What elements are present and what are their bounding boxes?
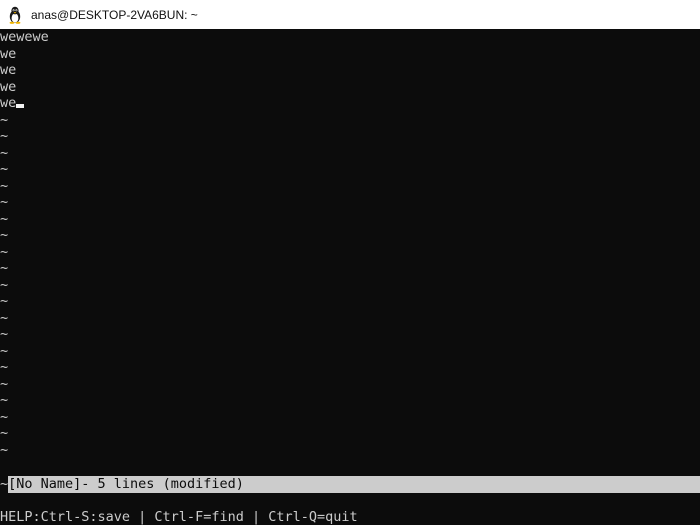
title-bar[interactable]: anas@DESKTOP-2VA6BUN: ~ (0, 0, 700, 29)
empty-line-marker: ~ (0, 111, 9, 128)
empty-line-marker: ~ (0, 177, 9, 194)
empty-line-marker: ~ (0, 227, 9, 243)
empty-line-marker: ~ (0, 293, 9, 309)
text-cursor (16, 104, 25, 108)
help-message: HELP:Ctrl-S:save | Ctrl-F=find | Ctrl-Q=… (0, 509, 358, 525)
status-bar: [No Name]- 5 lines (modified) (8, 476, 700, 493)
editor-line[interactable]: we (0, 79, 700, 96)
empty-line-marker: ~ (0, 326, 9, 342)
linux-tux-icon (7, 6, 23, 24)
empty-line-marker: ~ (0, 441, 9, 458)
empty-line-marker: ~ (0, 194, 9, 210)
empty-line-marker: ~ (0, 408, 9, 425)
empty-line-marker: ~ (0, 392, 9, 408)
empty-line-marker: ~ (0, 425, 9, 441)
window-title: anas@DESKTOP-2VA6BUN: ~ (31, 7, 198, 22)
empty-line-marker: ~ (0, 161, 9, 177)
empty-line-markers: ~ ~ ~ ~ ~ ~ ~ ~ ~ ~ ~ ~ ~ ~ ~ ~ ~ ~ ~ ~ ~ (0, 112, 700, 459)
empty-line-marker: ~ (0, 309, 9, 326)
terminal-content[interactable]: wewewe we we we we ~ ~ ~ ~ ~ ~ ~ ~ ~ ~ ~ ~ ~ ~ ~ ~ ~ ~ ~ ~ ~… (0, 29, 700, 525)
editor-line[interactable]: we (0, 46, 700, 63)
empty-line-marker: ~ (0, 359, 9, 375)
status-row: ~ [No Name]- 5 lines (modified) (0, 476, 700, 493)
empty-line-marker: ~ (0, 476, 9, 493)
empty-line-marker: ~ (0, 260, 9, 276)
empty-line-marker: ~ (0, 128, 9, 144)
empty-line-marker: ~ (0, 276, 9, 293)
empty-line-marker: ~ (0, 210, 9, 227)
empty-line-marker: ~ (0, 375, 9, 392)
editor-line[interactable]: wewewe (0, 29, 700, 46)
empty-line-marker: ~ (0, 243, 9, 260)
terminal-window: anas@DESKTOP-2VA6BUN: ~ wewewe we we we … (0, 0, 700, 525)
editor-line[interactable]: we (0, 62, 700, 79)
empty-line-marker: ~ (0, 342, 9, 359)
editor-line-text: we (0, 95, 17, 111)
editor-line-current[interactable]: we (0, 95, 700, 112)
empty-line-marker: ~ (0, 144, 9, 161)
editor-buffer[interactable]: wewewe we we we we (0, 29, 700, 112)
